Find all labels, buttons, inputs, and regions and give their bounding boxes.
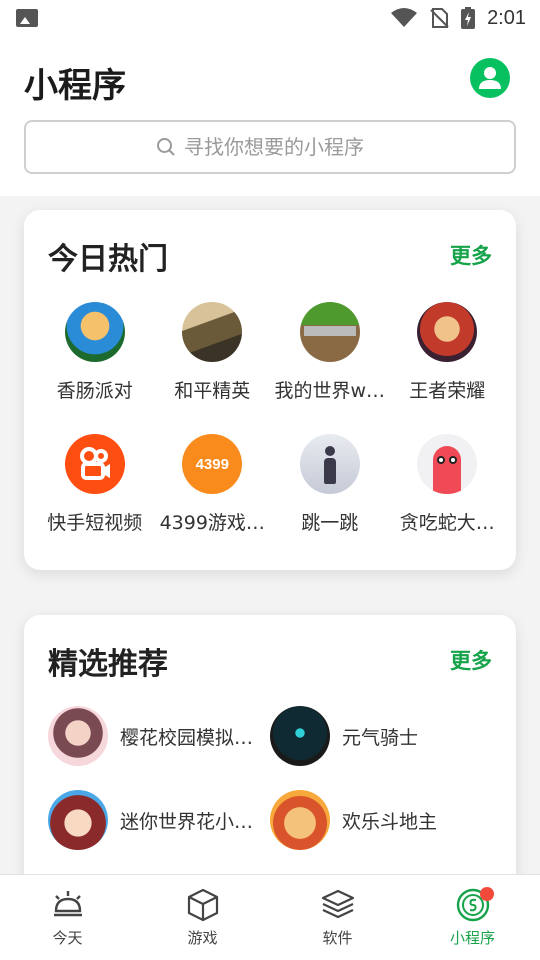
notification-badge	[480, 887, 494, 901]
hot-card: 今日热门 更多 香肠派对 和平精英 我的世界w… 王者荣耀 快手短视频 4399…	[24, 210, 516, 570]
rec-item-dou-dizhu[interactable]: 欢乐斗地主	[270, 789, 492, 851]
layers-icon	[321, 889, 354, 919]
search-icon	[157, 138, 175, 156]
tab-games[interactable]: 游戏	[135, 875, 270, 960]
bottom-tab-bar: 今天 游戏 软件 小程序	[0, 874, 540, 960]
minecraft-icon	[299, 302, 360, 362]
hot-item-honor-of-kings[interactable]: 王者荣耀	[389, 300, 507, 424]
status-bar: 2:01	[0, 0, 540, 36]
tab-apps[interactable]: 软件	[270, 875, 405, 960]
page-title: 小程序	[24, 66, 126, 106]
sausage-party-icon	[64, 302, 125, 362]
recommend-card: 精选推荐 更多 樱花校园模拟… 元气骑士 迷你世界花小… 欢乐斗地主	[24, 615, 516, 895]
hot-item-kuaishou[interactable]: 快手短视频	[36, 432, 154, 556]
profile-button[interactable]	[470, 58, 510, 98]
soul-knight-icon	[270, 706, 330, 766]
snake-icon	[417, 434, 478, 494]
honor-of-kings-icon	[417, 302, 478, 362]
hot-more-link[interactable]: 更多	[450, 240, 492, 270]
recommend-grid: 樱花校园模拟… 元气骑士 迷你世界花小… 欢乐斗地主	[48, 705, 498, 851]
4399-icon: 4399	[182, 434, 243, 494]
cube-icon	[187, 888, 218, 922]
tab-mini-programs[interactable]: 小程序	[405, 875, 540, 960]
header: 小程序	[0, 36, 540, 196]
rec-item-sakura-school[interactable]: 樱花校园模拟…	[48, 705, 270, 767]
gallery-notification-icon	[16, 9, 38, 27]
kuaishou-icon	[64, 434, 125, 494]
hot-item-jump[interactable]: 跳一跳	[271, 432, 389, 556]
peace-elite-icon	[182, 302, 243, 362]
user-icon	[479, 67, 501, 89]
mini-world-icon	[48, 790, 108, 850]
tab-today[interactable]: 今天	[0, 875, 135, 960]
hot-item-peace-elite[interactable]: 和平精英	[154, 300, 272, 424]
jump-icon	[299, 434, 360, 494]
dou-dizhu-icon	[270, 790, 330, 850]
sakura-school-icon	[48, 706, 108, 766]
rec-item-soul-knight[interactable]: 元气骑士	[270, 705, 492, 767]
hot-title: 今日热门	[48, 242, 168, 277]
rec-item-mini-world[interactable]: 迷你世界花小…	[48, 789, 270, 851]
search-input[interactable]	[184, 135, 384, 159]
hot-item-4399[interactable]: 4399 4399游戏…	[154, 432, 272, 556]
wifi-icon	[391, 8, 418, 27]
clock: 2:01	[487, 6, 526, 29]
recommend-title: 精选推荐	[48, 647, 168, 682]
recommend-more-link[interactable]: 更多	[450, 645, 492, 675]
hot-item-minecraft[interactable]: 我的世界w…	[271, 300, 389, 424]
battery-charging-icon	[461, 7, 476, 29]
hot-grid: 香肠派对 和平精英 我的世界w… 王者荣耀 快手短视频 4399 4399游戏……	[36, 300, 506, 556]
hot-item-snake[interactable]: 贪吃蛇大…	[389, 432, 507, 556]
search-bar[interactable]	[24, 120, 516, 174]
no-sim-icon	[430, 8, 449, 28]
bell-icon	[53, 891, 82, 917]
hot-item-sausage-party[interactable]: 香肠派对	[36, 300, 154, 424]
